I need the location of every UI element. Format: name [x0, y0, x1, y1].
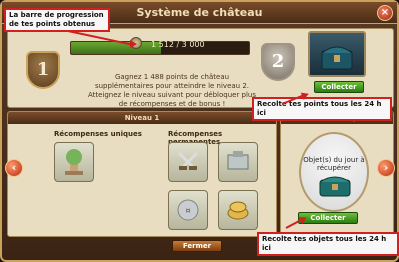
reward-tree[interactable] — [54, 142, 94, 182]
reward-attack[interactable] — [168, 142, 208, 182]
next-level-badge: 2 — [261, 43, 295, 81]
callout-progress: La barre de progression de tes points ob… — [4, 8, 110, 32]
arrow-right-icon[interactable]: › — [377, 159, 395, 177]
arrow-left-icon[interactable]: ‹ — [5, 159, 23, 177]
progress-panel: 1 1 512 / 3 000 2 Gagnez 1 488 points de… — [7, 28, 394, 108]
daily-points-chest — [308, 31, 366, 77]
level-rewards-header: Niveau 1 — [8, 112, 276, 124]
svg-text:¤: ¤ — [185, 206, 190, 215]
daily-chest-icon — [319, 176, 351, 197]
tree-icon — [65, 149, 83, 175]
current-level-badge: 1 — [26, 51, 60, 89]
supplies-icon — [227, 201, 249, 220]
unique-rewards-label: Récompenses uniques — [54, 130, 142, 138]
level-rewards-panel: Niveau 1 Récompenses uniques Récompenses… — [7, 111, 277, 237]
callout-items: Recolte tes objets tous les 24 h ici — [257, 232, 399, 256]
reward-supplies-bonus[interactable] — [218, 190, 258, 230]
progress-fill — [71, 42, 161, 54]
callout-arrowhead-progress — [130, 40, 137, 48]
castle-system-window: Système de château × 1 1 512 / 3 000 2 G… — [0, 0, 399, 262]
chest-icon — [321, 46, 353, 70]
coin-icon: ¤ — [177, 199, 199, 221]
daily-item-display: Objet(s) du jour à récupérer — [299, 132, 369, 212]
daily-item-label: Objet(s) du jour à récupérer — [303, 156, 365, 172]
goods-icon — [227, 151, 249, 170]
close-icon[interactable]: × — [377, 5, 393, 21]
close-button[interactable]: Fermer — [172, 240, 222, 252]
swords-icon — [177, 151, 199, 170]
reward-coin-bonus[interactable]: ¤ — [168, 190, 208, 230]
progress-description: Gagnez 1 488 points de château supplémen… — [87, 73, 257, 108]
reward-goods[interactable] — [218, 142, 258, 182]
progress-text: 1 512 / 3 000 — [151, 40, 205, 49]
callout-points: Recolte tes points tous les 24 h ici — [252, 97, 392, 121]
collect-points-button[interactable]: Collecter — [314, 81, 364, 93]
